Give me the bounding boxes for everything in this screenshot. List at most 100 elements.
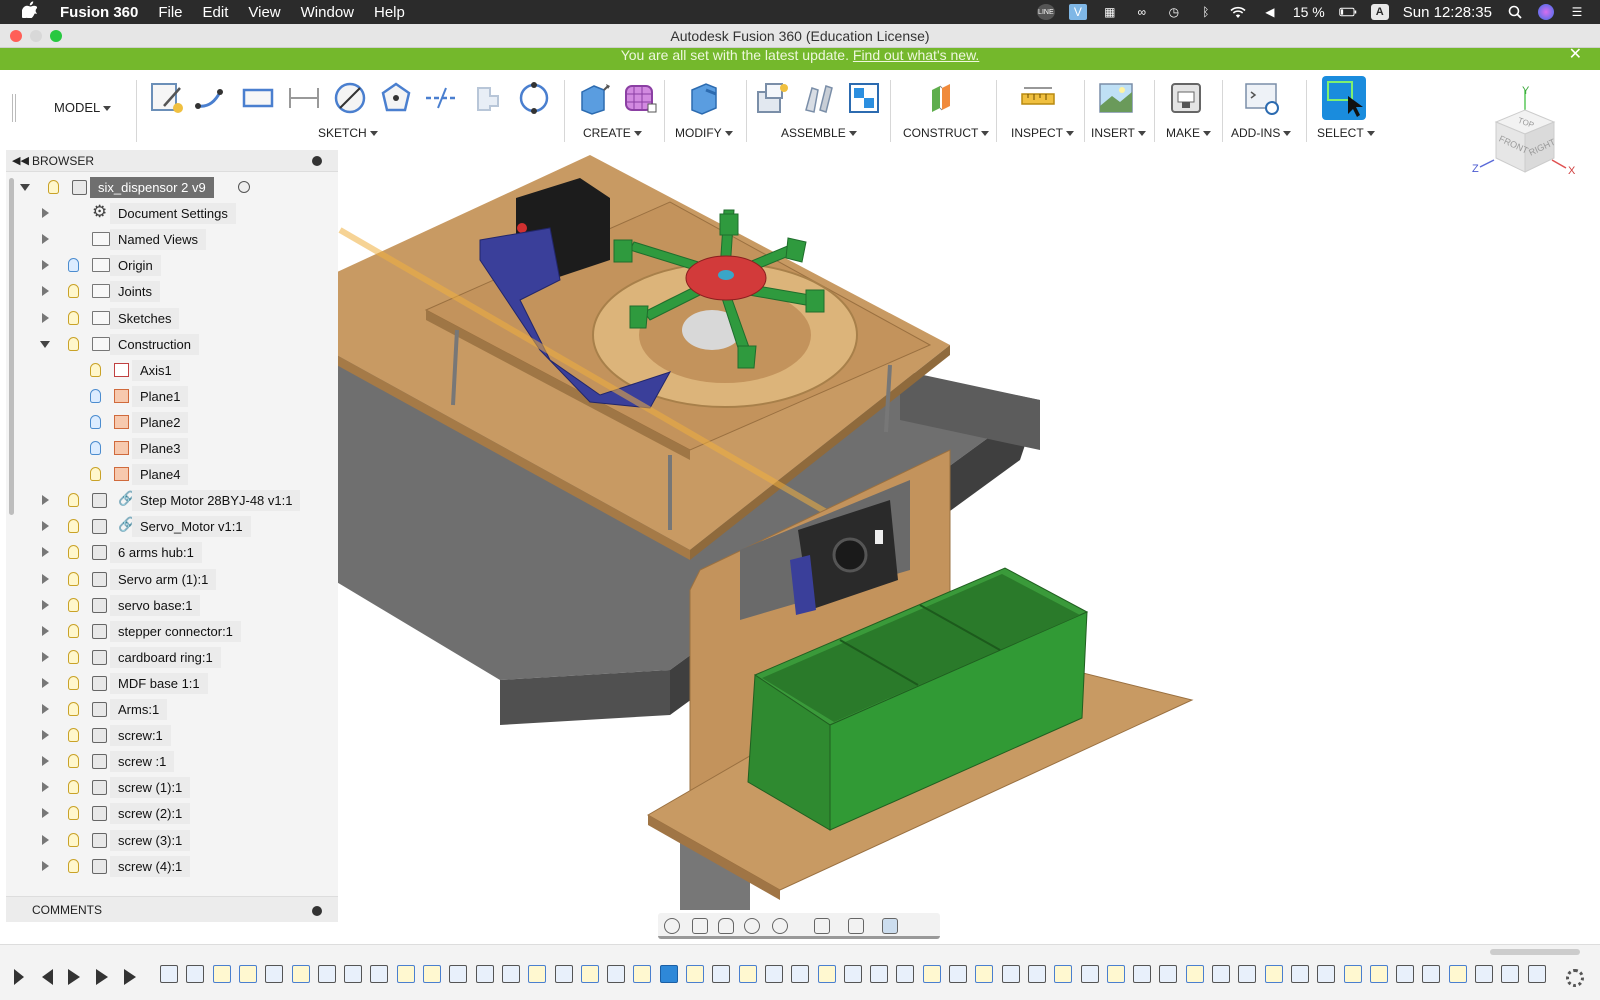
timeline-sketch-feature[interactable]	[528, 965, 547, 983]
browser-tree-item[interactable]: 🔗 Step Motor 28BYJ-48 v1:1	[6, 489, 338, 513]
model-viewport[interactable]	[250, 150, 1350, 920]
timeline-scrollbar[interactable]	[1490, 949, 1580, 955]
browser-tree-item[interactable]: Plane3	[6, 437, 338, 461]
apple-icon[interactable]	[21, 1, 42, 23]
visibility-bulb-icon[interactable]	[68, 597, 79, 612]
viewports-icon[interactable]	[882, 918, 898, 934]
menu-file[interactable]: File	[158, 4, 182, 21]
app-menu[interactable]: Fusion 360	[60, 4, 138, 21]
visibility-bulb-icon[interactable]	[68, 675, 79, 690]
form-icon[interactable]	[620, 78, 660, 118]
timeline-feature[interactable]	[896, 965, 915, 983]
expand-triangle-icon[interactable]	[42, 521, 49, 532]
3d-print-icon[interactable]	[1166, 78, 1206, 118]
look-at-icon[interactable]	[692, 918, 708, 934]
timeline-settings-icon[interactable]	[1566, 969, 1584, 987]
timeline-sketch-feature[interactable]	[1448, 965, 1467, 983]
collapse-triangle-icon[interactable]	[40, 340, 50, 348]
browser-tree-item[interactable]: 🔗 Servo_Motor v1:1	[6, 515, 338, 539]
zoom-window-icon[interactable]	[772, 918, 788, 934]
timeline-feature[interactable]	[607, 965, 626, 983]
new-component-icon[interactable]	[752, 78, 792, 118]
timeline-feature[interactable]	[449, 965, 468, 983]
menu-help[interactable]: Help	[374, 4, 405, 21]
timeline-feature[interactable]	[843, 965, 862, 983]
comments-panel[interactable]: COMMENTS	[6, 896, 338, 922]
construct-menu[interactable]: CONSTRUCT	[903, 126, 990, 140]
visibility-bulb-icon[interactable]	[90, 441, 101, 455]
insert-image-icon[interactable]	[1096, 78, 1136, 118]
expand-triangle-icon[interactable]	[42, 860, 49, 871]
rectangle-tool-icon[interactable]	[238, 78, 278, 118]
banner-close-icon[interactable]: ✕	[1569, 47, 1582, 63]
infinity-app-icon[interactable]: ∞	[1133, 4, 1151, 20]
circle-tool-icon[interactable]	[330, 78, 370, 118]
visibility-bulb-icon[interactable]	[68, 493, 79, 508]
timeline-feature[interactable]	[1422, 965, 1441, 983]
spotlight-search-icon[interactable]	[1506, 4, 1524, 20]
timeline-feature[interactable]	[764, 965, 783, 983]
extrude-icon[interactable]	[574, 78, 614, 118]
expand-triangle-icon[interactable]	[42, 704, 49, 714]
browser-tree-item[interactable]: screw :1	[6, 750, 338, 774]
browser-tree-item[interactable]: Construction	[6, 333, 338, 357]
visibility-bulb-icon[interactable]	[90, 388, 101, 403]
toolbar-grip[interactable]	[12, 94, 16, 122]
timeline-feature[interactable]	[344, 965, 363, 983]
sketch-menu[interactable]: SKETCH	[318, 126, 378, 140]
expand-triangle-icon[interactable]	[42, 208, 49, 219]
browser-tree-item[interactable]: stepper connector:1	[6, 620, 338, 644]
timeline-feature[interactable]	[712, 965, 731, 983]
expand-triangle-icon[interactable]	[42, 834, 49, 845]
menu-window[interactable]: Window	[301, 4, 354, 21]
timeline-sketch-feature[interactable]	[291, 965, 310, 983]
play-icon[interactable]	[68, 969, 80, 985]
press-pull-icon[interactable]	[684, 78, 724, 118]
timeline-sketch-feature[interactable]	[975, 965, 994, 983]
timeline-feature[interactable]	[1027, 965, 1046, 983]
timeline-feature[interactable]	[160, 965, 178, 983]
timeline-feature[interactable]	[1290, 965, 1309, 983]
browser-tree-item[interactable]: 6 arms hub:1	[6, 541, 338, 565]
visibility-bulb-icon[interactable]	[68, 310, 79, 325]
browser-tree-item[interactable]: Plane4	[6, 463, 338, 487]
browser-tree-item[interactable]: screw (3):1	[6, 829, 338, 853]
timeline-feature[interactable]	[1159, 965, 1178, 983]
visibility-bulb-icon[interactable]	[68, 519, 79, 534]
vpn-icon[interactable]: V	[1068, 4, 1087, 20]
timeline-sketch-feature[interactable]	[633, 965, 652, 983]
create-sketch-icon[interactable]	[146, 78, 186, 118]
visibility-bulb-icon[interactable]	[68, 258, 79, 273]
expand-triangle-icon[interactable]	[42, 756, 49, 767]
browser-tree-item[interactable]: servo base:1	[6, 594, 338, 618]
select-icon[interactable]	[1322, 76, 1366, 120]
siri-icon[interactable]	[1538, 4, 1554, 20]
visibility-bulb-icon[interactable]	[68, 284, 79, 299]
mirror-tool-icon[interactable]	[468, 78, 508, 118]
insert-menu[interactable]: INSERT	[1091, 126, 1146, 140]
volume-icon[interactable]: ◀	[1261, 4, 1279, 20]
expand-triangle-icon[interactable]	[42, 677, 49, 688]
collapse-triangle-icon[interactable]	[20, 184, 30, 191]
expand-triangle-icon[interactable]	[42, 495, 49, 506]
expand-triangle-icon[interactable]	[42, 599, 49, 610]
timeline-feature[interactable]	[791, 965, 810, 983]
joint-icon[interactable]	[798, 78, 838, 118]
close-window-button[interactable]	[10, 30, 22, 42]
expand-triangle-icon[interactable]	[42, 782, 49, 793]
browser-tree-item[interactable]: Named Views	[6, 228, 338, 252]
visibility-bulb-icon[interactable]	[90, 467, 101, 482]
timeline-feature[interactable]	[186, 965, 205, 983]
browser-tree-item[interactable]: screw (2):1	[6, 802, 338, 826]
menu-clock[interactable]: Sun 12:28:35	[1403, 4, 1492, 21]
timeline-sketch-feature[interactable]	[1264, 965, 1283, 983]
browser-tree-item[interactable]: Servo arm (1):1	[6, 568, 338, 592]
timeline-sketch-feature[interactable]	[922, 965, 941, 983]
timeline-sketch-feature[interactable]	[212, 965, 231, 983]
visibility-bulb-icon[interactable]	[90, 414, 101, 429]
visibility-bulb-icon[interactable]	[68, 754, 79, 769]
browser-tree-item[interactable]: screw:1	[6, 724, 338, 748]
timeline-feature[interactable]	[1238, 965, 1257, 983]
as-built-joint-icon[interactable]	[844, 78, 884, 118]
view-cube[interactable]: Y Z X TOP FRONT RIGHT	[1470, 82, 1580, 192]
